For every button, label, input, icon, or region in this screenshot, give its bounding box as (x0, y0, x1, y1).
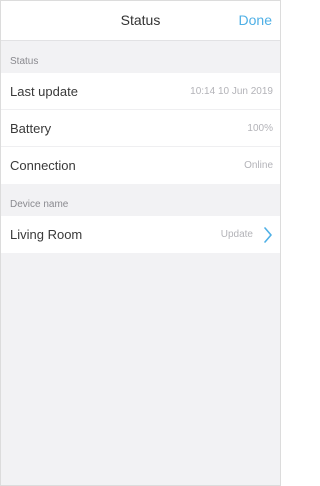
section-header-status: Status (10, 56, 39, 67)
device-name-label: Living Room (10, 227, 83, 242)
navigation-bar: Status Done (1, 1, 280, 41)
connection-row: Connection Online (1, 147, 280, 184)
device-name-group: Living Room Update (1, 216, 280, 253)
connection-label: Connection (10, 158, 76, 173)
device-name-row[interactable]: Living Room Update (1, 216, 280, 253)
last-update-label: Last update (10, 83, 78, 99)
update-label: Update (220, 229, 253, 240)
battery-label: Battery (10, 120, 52, 136)
last-update-row: Last update 10:14 10 Jun 2019 (1, 73, 280, 110)
section-header-device-name: Device name (10, 199, 69, 210)
status-screen: Status Done Status Last update 10:14 10 … (0, 0, 281, 486)
update-device-name-button[interactable]: Update (220, 226, 273, 243)
status-group: Last update 10:14 10 Jun 2019 Battery 10… (1, 73, 280, 184)
done-button[interactable]: Done (239, 12, 272, 28)
battery-value: 100% (247, 122, 273, 134)
connection-value: Online (244, 160, 273, 171)
battery-row: Battery 100% (1, 110, 280, 147)
chevron-right-icon (263, 226, 273, 243)
last-update-value: 10:14 10 Jun 2019 (190, 85, 273, 97)
